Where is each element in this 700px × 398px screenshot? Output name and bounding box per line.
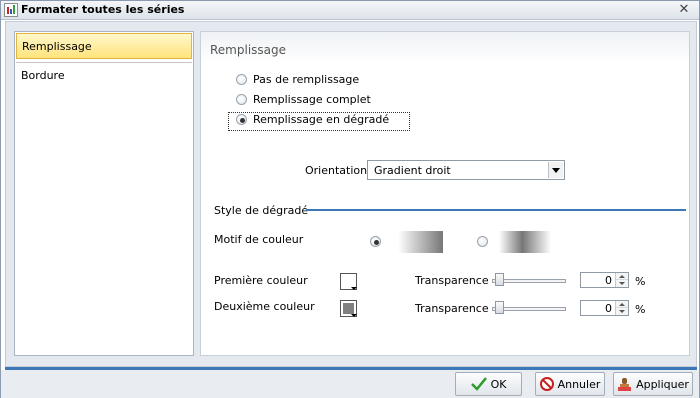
transparency-label: Transparence (415, 274, 489, 287)
color-pattern-label: Motif de couleur (214, 233, 304, 246)
spin-up-icon[interactable] (616, 273, 628, 280)
spin-down-icon[interactable] (616, 280, 628, 287)
color-fill (343, 303, 354, 314)
sidebar-item-fill[interactable]: Remplissage (16, 33, 192, 59)
transparency-input[interactable] (582, 302, 614, 314)
radio-button[interactable] (236, 94, 247, 105)
first-color-label: Première couleur (214, 274, 308, 287)
chevron-down-icon (351, 287, 357, 290)
radio-no-fill[interactable]: Pas de remplissage (236, 73, 359, 86)
percent-unit: % (635, 303, 646, 316)
radio-pattern-center[interactable] (477, 236, 494, 247)
section-title: Remplissage (201, 32, 689, 62)
radio-button[interactable] (477, 236, 488, 247)
chevron-down-icon (351, 314, 357, 317)
transparency-slider-handle[interactable] (495, 301, 504, 314)
radio-label: Remplissage en dégradé (253, 113, 390, 126)
radio-pattern-linear[interactable] (370, 236, 387, 247)
title-bar[interactable]: Formater toutes les séries ✕ (1, 1, 699, 20)
apply-button[interactable]: Appliquer (613, 372, 693, 396)
check-icon (470, 377, 487, 391)
transparency-stepper[interactable] (580, 272, 629, 288)
cancel-icon (539, 377, 554, 391)
cancel-label: Annuler (557, 377, 601, 391)
stamp-icon (618, 377, 632, 391)
transparency-input[interactable] (582, 274, 614, 286)
format-series-dialog: Formater toutes les séries ✕ Remplissage… (0, 0, 700, 398)
color-fill (343, 276, 354, 287)
sidebar-item-label: Remplissage (22, 40, 92, 53)
radio-button[interactable] (370, 236, 381, 247)
radio-button[interactable] (236, 114, 247, 125)
gradient-center-swatch (499, 231, 551, 253)
spin-up-icon[interactable] (616, 301, 628, 308)
percent-unit: % (635, 275, 646, 288)
radio-label: Pas de remplissage (253, 73, 360, 86)
category-list: Remplissage Bordure (14, 31, 194, 356)
radio-button[interactable] (236, 74, 247, 85)
transparency-label: Transparence (415, 302, 489, 315)
second-color-label: Deuxième couleur (214, 300, 315, 313)
sidebar-item-border[interactable]: Bordure (16, 63, 192, 89)
orientation-select[interactable]: Gradient droit (367, 160, 565, 180)
ok-label: OK (490, 377, 507, 391)
gradient-linear-swatch (398, 231, 443, 253)
button-bar: OK Annuler Appliquer (1, 370, 699, 398)
group-divider (306, 209, 686, 211)
cancel-button[interactable]: Annuler (535, 372, 605, 396)
orientation-label: Orientation (305, 164, 368, 177)
spin-down-icon[interactable] (616, 308, 628, 315)
radio-gradient-fill[interactable]: Remplissage en dégradé (236, 113, 389, 126)
sidebar-item-label: Bordure (21, 69, 65, 82)
chart-icon (4, 3, 18, 17)
radio-solid-fill[interactable]: Remplissage complet (236, 93, 371, 106)
ok-button[interactable]: OK (455, 372, 522, 396)
first-color-picker[interactable] (340, 273, 357, 290)
window-title: Formater toutes les séries (21, 3, 185, 16)
transparency-slider-handle[interactable] (495, 273, 504, 286)
radio-label: Remplissage complet (253, 93, 371, 106)
second-color-picker[interactable] (340, 300, 357, 317)
settings-panel: Remplissage Pas de remplissage Remplissa… (200, 31, 690, 356)
chevron-down-icon[interactable] (548, 162, 563, 178)
transparency-stepper[interactable] (580, 300, 629, 316)
dialog-body: Remplissage Bordure Remplissage Pas de r… (5, 21, 697, 367)
apply-label: Appliquer (636, 377, 689, 391)
close-icon[interactable]: ✕ (677, 3, 691, 17)
orientation-value: Gradient droit (374, 164, 451, 177)
gradient-style-heading: Style de dégradé (214, 204, 309, 217)
